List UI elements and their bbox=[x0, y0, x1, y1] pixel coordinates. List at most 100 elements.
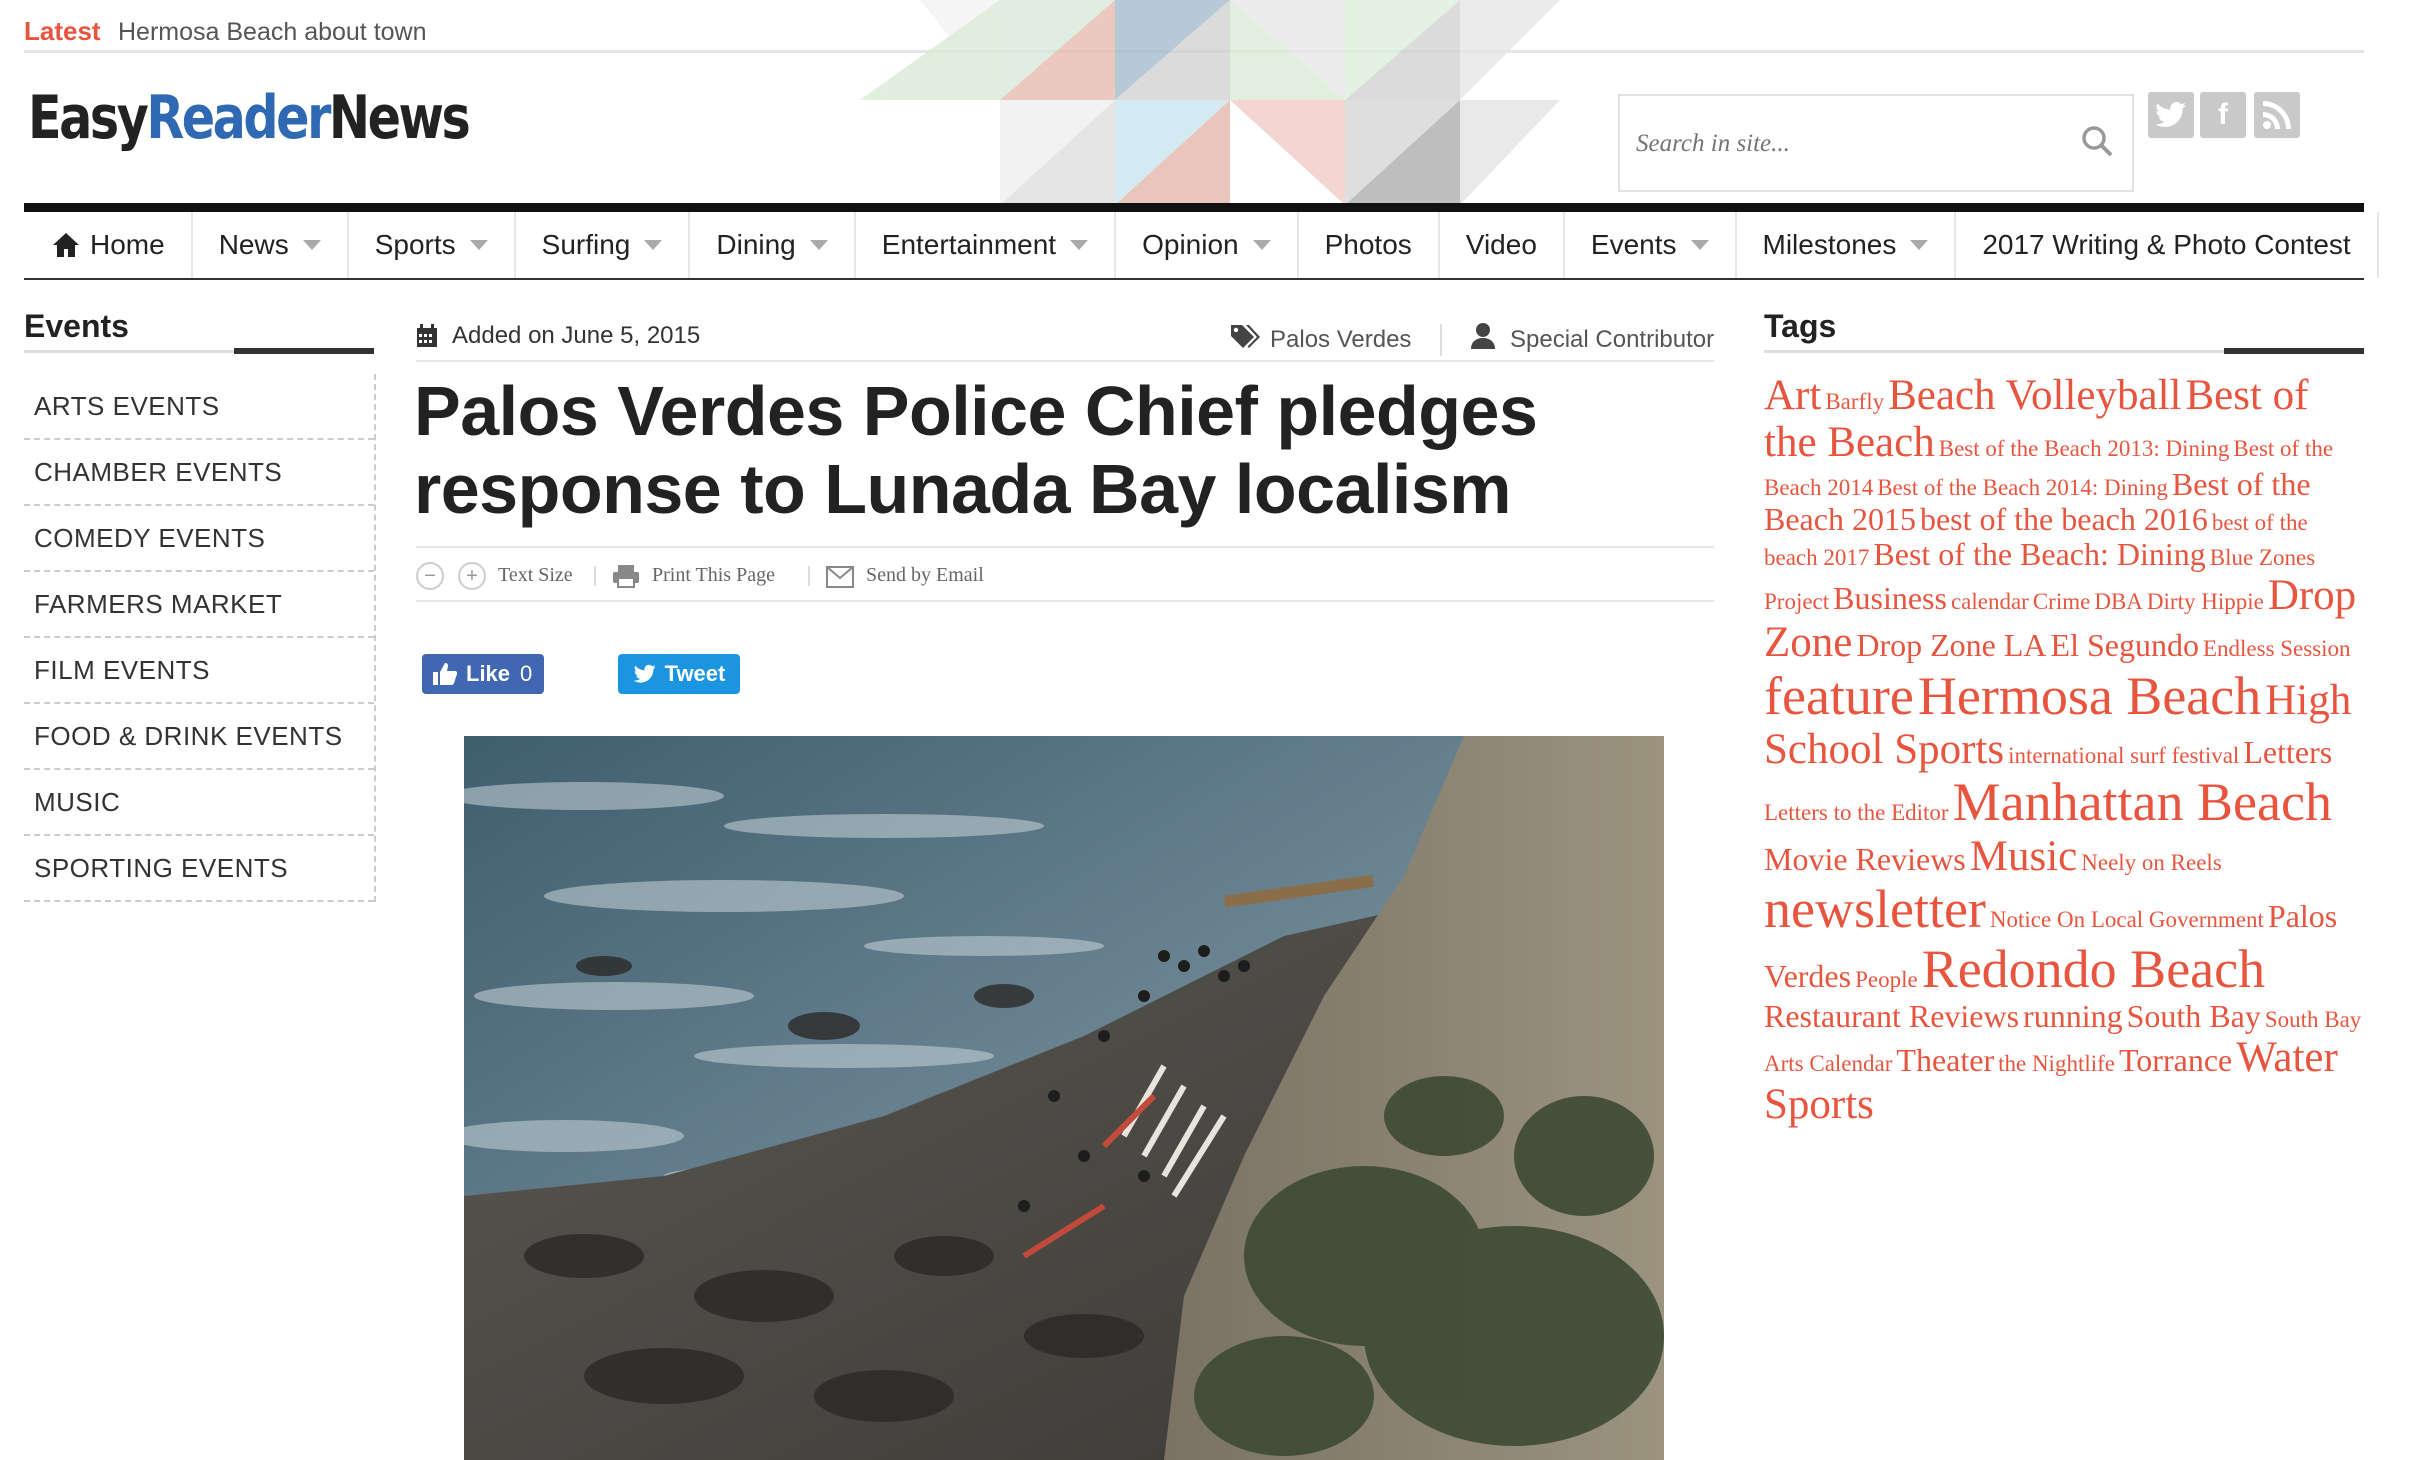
tag-link[interactable]: best of the beach 2016 bbox=[1920, 501, 2208, 537]
tools-border-top bbox=[416, 546, 1714, 548]
calendar-icon bbox=[417, 324, 437, 347]
article-date: Added on June 5, 2015 bbox=[452, 322, 701, 349]
tag-link[interactable]: Beach Volleyball bbox=[1888, 372, 2181, 419]
thumbs-up-icon bbox=[433, 663, 458, 685]
decrease-text-size-button[interactable]: − bbox=[416, 562, 444, 590]
sidebar-item-food-drink-events[interactable]: FOOD & DRINK EVENTS bbox=[24, 704, 374, 770]
tag-link[interactable]: Drop Zone LA bbox=[1856, 627, 2046, 663]
print-page-link[interactable]: Print This Page bbox=[652, 564, 775, 587]
chevron-down-icon bbox=[1252, 240, 1271, 250]
tag-link[interactable]: feature bbox=[1764, 666, 1914, 726]
nav-label: Surfing bbox=[541, 229, 631, 260]
nav-label: Opinion bbox=[1142, 229, 1239, 260]
facebook-icon[interactable]: f bbox=[2200, 92, 2246, 138]
nav-item-contest[interactable]: 2017 Writing & Photo Contest bbox=[1956, 212, 2379, 278]
meta-divider-line bbox=[416, 360, 1714, 362]
nav-item-dining[interactable]: Dining bbox=[690, 212, 856, 278]
tag-link[interactable]: Manhattan Beach bbox=[1953, 772, 2332, 832]
chevron-down-icon bbox=[1690, 240, 1709, 250]
send-by-email-link[interactable]: Send by Email bbox=[866, 564, 984, 587]
tag-link[interactable]: Dirty Hippie bbox=[2147, 589, 2264, 614]
sidebar-item-farmers-market[interactable]: FARMERS MARKET bbox=[24, 572, 374, 638]
nav-item-video[interactable]: Video bbox=[1440, 212, 1565, 278]
tag-link[interactable]: El Segundo bbox=[2051, 627, 2199, 663]
twitter-icon[interactable] bbox=[2148, 92, 2194, 138]
sidebar-item-arts-events[interactable]: ARTS EVENTS bbox=[24, 374, 374, 440]
chevron-down-icon bbox=[644, 240, 663, 250]
increase-text-size-button[interactable]: + bbox=[458, 562, 486, 590]
tag-link[interactable]: Best of the Beach: Dining bbox=[1873, 536, 2205, 572]
tag-link[interactable]: Best of the Beach 2013: Dining bbox=[1939, 436, 2230, 461]
tag-link[interactable]: Redondo Beach bbox=[1922, 939, 2265, 999]
tag-link[interactable]: Theater bbox=[1896, 1042, 1994, 1078]
tag-link[interactable]: Neely on Reels bbox=[2081, 850, 2222, 875]
tag-link[interactable]: Restaurant Reviews bbox=[1764, 998, 2019, 1034]
sidebar-item-film-events[interactable]: FILM EVENTS bbox=[24, 638, 374, 704]
tag-link[interactable]: newsletter bbox=[1764, 879, 1986, 939]
tag-link[interactable]: Barfly bbox=[1825, 389, 1884, 414]
tags-title: Tags bbox=[1764, 308, 1837, 344]
search-icon[interactable] bbox=[2080, 124, 2114, 158]
facebook-like-button[interactable]: Like 0 bbox=[422, 654, 544, 694]
tweet-button[interactable]: Tweet bbox=[618, 654, 740, 694]
tag-link[interactable]: running bbox=[2023, 998, 2123, 1034]
sidebar-item-comedy-events[interactable]: COMEDY EVENTS bbox=[24, 506, 374, 572]
sidebar-item-chamber-events[interactable]: CHAMBER EVENTS bbox=[24, 440, 374, 506]
tag-link[interactable]: Torrance bbox=[2119, 1042, 2232, 1078]
chevron-down-icon bbox=[1070, 240, 1089, 250]
nav-item-surfing[interactable]: Surfing bbox=[516, 212, 691, 278]
chevron-down-icon bbox=[469, 240, 488, 250]
nav-label: Sports bbox=[374, 229, 456, 260]
nav-item-news[interactable]: News bbox=[193, 212, 349, 278]
tag-link[interactable]: Crime bbox=[2033, 589, 2091, 614]
site-logo[interactable]: EasyReaderNews bbox=[28, 88, 471, 148]
tag-link[interactable]: Water Sports bbox=[1764, 1034, 2338, 1128]
tag-cloud: Art Barfly Beach Volleyball Best of the … bbox=[1764, 372, 2364, 1129]
events-menu: ARTS EVENTS CHAMBER EVENTS COMEDY EVENTS… bbox=[24, 374, 376, 902]
nav-item-opinion[interactable]: Opinion bbox=[1116, 212, 1299, 278]
nav-item-photos[interactable]: Photos bbox=[1299, 212, 1440, 278]
nav-item-milestones[interactable]: Milestones bbox=[1737, 212, 1957, 278]
tag-link[interactable]: Hermosa Beach bbox=[1918, 666, 2261, 726]
latest-headline-link[interactable]: Hermosa Beach about town bbox=[118, 18, 427, 47]
tag-link[interactable]: People bbox=[1855, 967, 1918, 992]
sidebar-item-music[interactable]: MUSIC bbox=[24, 770, 374, 836]
logo-text-news: News bbox=[328, 83, 471, 153]
nav-item-home[interactable]: Home bbox=[24, 212, 193, 278]
tag-link[interactable]: Music bbox=[1970, 833, 2078, 880]
tools-separator bbox=[594, 566, 596, 586]
tag-link[interactable]: DBA bbox=[2094, 589, 2143, 614]
tag-link[interactable]: calendar bbox=[1951, 589, 2029, 614]
tag-link[interactable]: Movie Reviews bbox=[1764, 841, 1966, 877]
rss-icon[interactable] bbox=[2254, 92, 2300, 138]
tag-link[interactable]: Business bbox=[1833, 580, 1947, 616]
nav-label: Video bbox=[1465, 229, 1537, 260]
nav-item-sports[interactable]: Sports bbox=[349, 212, 516, 278]
envelope-icon[interactable] bbox=[826, 566, 854, 588]
article-photo[interactable] bbox=[464, 736, 1664, 1460]
tag-link[interactable]: Endless Session bbox=[2203, 636, 2351, 661]
article-category-link[interactable]: Palos Verdes bbox=[1270, 326, 1411, 354]
tag-link[interactable]: Best of the Beach 2014: Dining bbox=[1877, 475, 2168, 500]
sidebar-item-sporting-events[interactable]: SPORTING EVENTS bbox=[24, 836, 374, 902]
tag-link[interactable]: the Nightlife bbox=[1998, 1051, 2115, 1076]
tag-link[interactable]: Notice On Local Government bbox=[1990, 907, 2264, 932]
printer-icon[interactable] bbox=[612, 564, 640, 588]
tag-link[interactable]: South Bay bbox=[2127, 998, 2261, 1034]
nav-label: Home bbox=[90, 229, 165, 260]
nav-item-entertainment[interactable]: Entertainment bbox=[856, 212, 1117, 278]
nav-item-events[interactable]: Events bbox=[1565, 212, 1737, 278]
nav-label: Milestones bbox=[1762, 229, 1897, 260]
logo-text-reader: Reader bbox=[146, 83, 331, 153]
tag-icon bbox=[1231, 325, 1260, 348]
text-size-label: Text Size bbox=[498, 564, 573, 586]
article-headline: Palos Verdes Police Chief pledges respon… bbox=[414, 372, 1538, 528]
tag-link[interactable]: Art bbox=[1764, 372, 1821, 419]
search-input[interactable] bbox=[1634, 120, 2068, 168]
tag-link[interactable]: Letters bbox=[2243, 734, 2332, 770]
tag-link[interactable]: international surf festival bbox=[2008, 743, 2239, 768]
latest-label: Latest bbox=[24, 16, 101, 46]
article-author-link[interactable]: Special Contributor bbox=[1510, 326, 1714, 354]
tag-link[interactable]: Letters to the Editor bbox=[1764, 800, 1949, 825]
tweet-label: Tweet bbox=[664, 661, 726, 686]
